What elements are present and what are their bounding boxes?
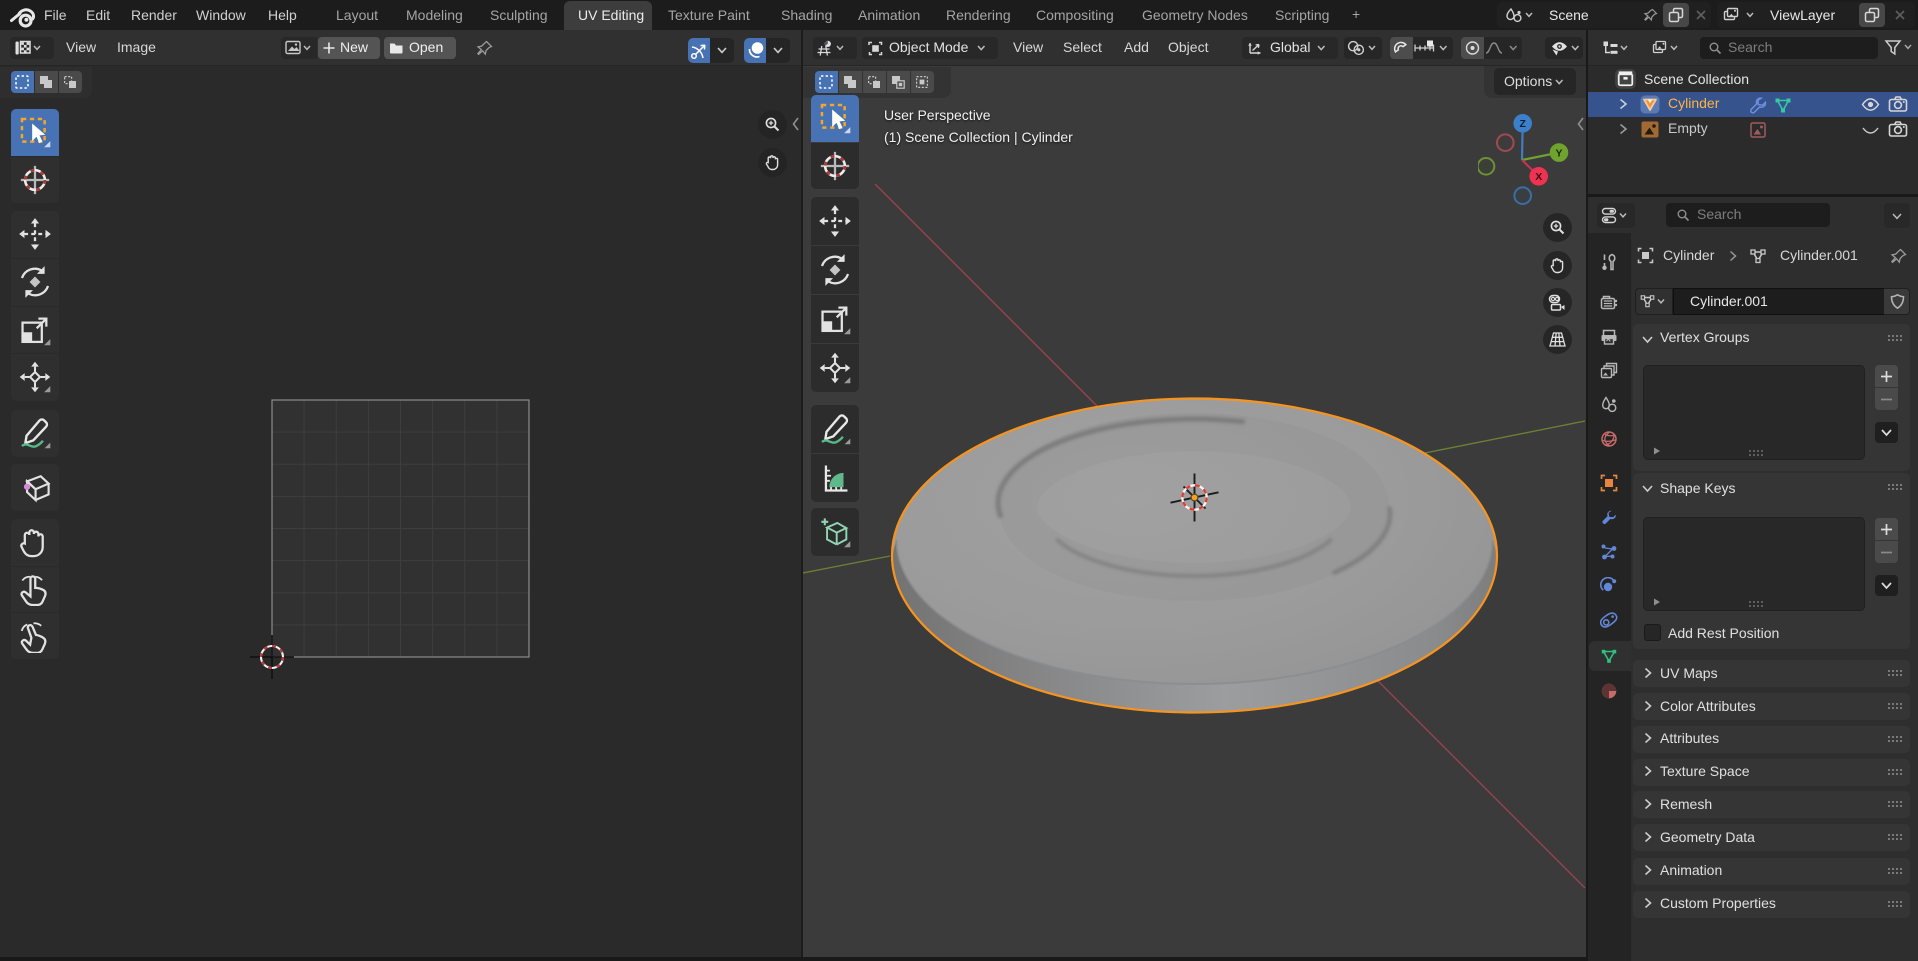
svg-text:X: X	[1535, 171, 1542, 183]
svg-text:Z: Z	[1519, 118, 1526, 130]
svg-text:Y: Y	[1555, 147, 1562, 159]
